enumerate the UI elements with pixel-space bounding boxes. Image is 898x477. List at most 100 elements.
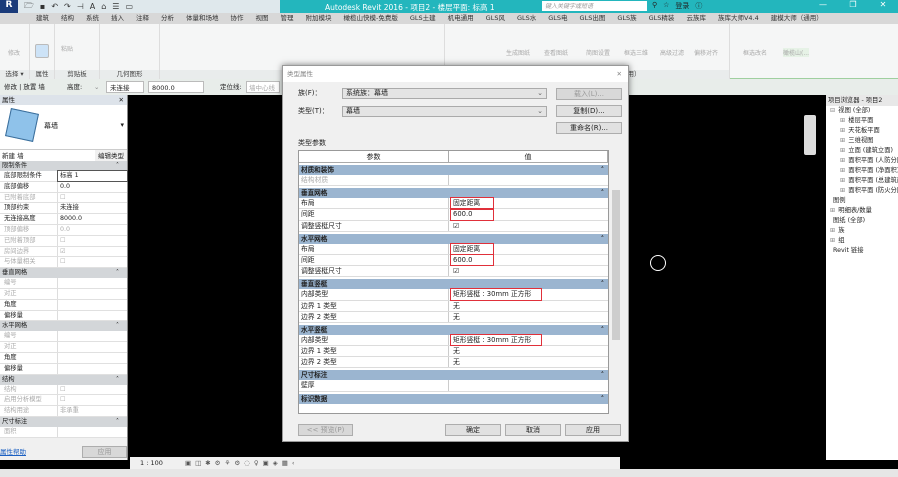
- expand-icon[interactable]: ⊞: [830, 237, 835, 244]
- advanced-filter-tool[interactable]: 高级过滤: [660, 48, 684, 57]
- collapse-icon[interactable]: ˄: [601, 394, 604, 404]
- star-icon[interactable]: ☆: [663, 1, 669, 11]
- property-value[interactable]: ☐: [58, 236, 127, 246]
- browser-item[interactable]: ⊞面积平面 (防火分区面积): [826, 186, 898, 196]
- expand-icon[interactable]: ⊞: [840, 117, 845, 124]
- property-value[interactable]: ☐: [58, 257, 127, 267]
- login-link[interactable]: 登录: [675, 1, 689, 11]
- scroll-thumb[interactable]: [612, 190, 620, 340]
- view-scale[interactable]: 1 : 100: [140, 459, 163, 467]
- parameter-section-header[interactable]: 标识数据 ˄: [299, 393, 608, 404]
- property-section-header[interactable]: 限制条件 ˄: [0, 161, 127, 171]
- ribbon-tab[interactable]: 族库大师V4.4: [712, 13, 765, 24]
- ribbon-tab[interactable]: 分析: [155, 13, 180, 24]
- minimize-button[interactable]: —: [808, 0, 838, 9]
- parameter-section-header[interactable]: 材质和装饰 ˄: [299, 165, 608, 175]
- properties-help-link[interactable]: 属性帮助: [0, 446, 26, 458]
- olive-tool[interactable]: 橄榄山(...: [783, 48, 810, 57]
- ok-button[interactable]: 确定: [445, 424, 501, 436]
- parameter-value[interactable]: [449, 380, 608, 390]
- properties-icon[interactable]: [35, 44, 49, 58]
- property-value[interactable]: 8000.0: [58, 214, 127, 224]
- browser-item[interactable]: 图例: [826, 196, 898, 206]
- property-value[interactable]: ☑: [58, 247, 127, 257]
- property-value[interactable]: 未连接: [58, 203, 127, 213]
- location-line-dropdown[interactable]: 墙中心线: [246, 81, 280, 93]
- instance-filter-dropdown[interactable]: 新建 墙: [0, 150, 95, 161]
- parameter-value[interactable]: 无: [449, 301, 608, 311]
- preview-button[interactable]: << 预览(P): [298, 424, 353, 436]
- collapse-icon[interactable]: ˄: [601, 279, 604, 289]
- ribbon-tab[interactable]: GLS族: [611, 13, 642, 24]
- property-value[interactable]: [58, 289, 127, 299]
- ribbon-tab[interactable]: 建筑: [30, 13, 55, 24]
- thin-lines-icon[interactable]: ☰: [112, 2, 119, 11]
- ribbon-tab[interactable]: GLS电: [542, 13, 573, 24]
- parameter-value[interactable]: 固定距离: [449, 197, 608, 210]
- browser-item[interactable]: ⊞ 明细表/数量: [826, 206, 898, 216]
- collapse-icon[interactable]: ˄: [116, 268, 119, 278]
- browser-item[interactable]: ⊞ 面积平面 (净面积): [826, 166, 898, 176]
- property-value[interactable]: [58, 353, 127, 363]
- ribbon-tab[interactable]: GLS精装: [643, 13, 681, 24]
- undo-icon[interactable]: ↶: [51, 2, 58, 11]
- search-input[interactable]: 键入关键字或短语: [542, 1, 647, 11]
- height-value-input[interactable]: 8000.0: [148, 81, 204, 93]
- ribbon-tab[interactable]: 结构: [55, 13, 80, 24]
- browser-item[interactable]: ⊞ 立面 (建筑立面): [826, 146, 898, 156]
- close-button[interactable]: ✕: [868, 0, 898, 9]
- load-button[interactable]: 载入(L)...: [556, 88, 622, 100]
- save-icon[interactable]: ▪: [40, 2, 45, 11]
- ribbon-tab[interactable]: 附加模块: [300, 13, 338, 24]
- apply-button[interactable]: 应用: [82, 446, 127, 458]
- ribbon-tab[interactable]: 云族库: [680, 13, 712, 24]
- collapse-icon[interactable]: ˄: [601, 165, 604, 175]
- paste-tool[interactable]: 粘贴: [61, 44, 73, 53]
- browser-item[interactable]: ⊞ 楼层平面: [826, 116, 898, 126]
- revit-logo-icon[interactable]: R: [0, 0, 18, 13]
- ribbon-tab[interactable]: 视图: [250, 13, 275, 24]
- expand-icon[interactable]: ⊞: [840, 147, 845, 154]
- expand-icon[interactable]: ⊞: [840, 167, 845, 174]
- parameter-section-header[interactable]: 垂直网格 ˄: [299, 188, 608, 199]
- ribbon-tab[interactable]: 插入: [105, 13, 130, 24]
- ribbon-tab[interactable]: 体量和场地: [180, 13, 225, 24]
- close-icon[interactable]: ✕: [617, 66, 622, 82]
- property-value[interactable]: 非承重: [58, 406, 127, 416]
- browser-item[interactable]: ⊞面积平面 (总建筑面积): [826, 176, 898, 186]
- property-value[interactable]: [58, 331, 127, 341]
- expand-icon[interactable]: ⊞: [840, 127, 845, 134]
- parameter-value[interactable]: ☑: [449, 266, 608, 276]
- family-dropdown[interactable]: 系统族：幕墙 ⌄: [342, 88, 547, 99]
- property-section-header[interactable]: 尺寸标注 ˄: [0, 416, 127, 427]
- collapse-icon[interactable]: ˄: [116, 375, 119, 385]
- browser-item[interactable]: ⊞ 天花板平面: [826, 126, 898, 136]
- property-section-header[interactable]: 水平网格 ˄: [0, 321, 127, 332]
- collapse-icon[interactable]: ˄: [601, 188, 604, 198]
- height-mode-dropdown[interactable]: 未连接: [106, 81, 144, 93]
- offset-align-tool[interactable]: 偏移对齐: [694, 48, 718, 57]
- ribbon-tab[interactable]: GLS风: [480, 13, 511, 24]
- property-section-header[interactable]: 结构 ˄: [0, 374, 127, 385]
- parameter-section-header[interactable]: 水平竖梃 ˄: [299, 324, 608, 335]
- property-value[interactable]: ☐: [58, 385, 127, 395]
- parameter-section-header[interactable]: 尺寸标注 ˄: [299, 370, 608, 381]
- ribbon-tab[interactable]: 橄榄山快模-免费版: [338, 13, 404, 24]
- parameter-value[interactable]: ☑: [449, 221, 608, 231]
- expand-icon[interactable]: ⊟: [830, 107, 835, 114]
- height-type-dropdown[interactable]: ⌄: [94, 81, 99, 93]
- browser-item[interactable]: ⊞ 族: [826, 226, 898, 236]
- parameter-value[interactable]: 无: [449, 312, 608, 322]
- collapse-icon[interactable]: ˄: [601, 370, 604, 380]
- ribbon-tab[interactable]: 机电通用: [442, 13, 480, 24]
- parameter-value[interactable]: 矩形竖梃 : 30mm 正方形: [449, 288, 608, 301]
- browser-item[interactable]: ⊞面积平面 (人防分区面积): [826, 156, 898, 166]
- cancel-button[interactable]: 取消: [505, 424, 561, 436]
- maximize-button[interactable]: ❐: [838, 0, 868, 9]
- view-control-icons[interactable]: ▣◫✱⚙⚘⚙◌♀▣◈▦‹: [185, 459, 299, 467]
- property-value[interactable]: ☐: [58, 395, 127, 405]
- navigation-bar[interactable]: [804, 115, 816, 155]
- 3d-view-icon[interactable]: ⌂: [101, 2, 106, 11]
- ribbon-tab[interactable]: GLS土建: [404, 13, 442, 24]
- property-value[interactable]: ☐: [58, 193, 127, 203]
